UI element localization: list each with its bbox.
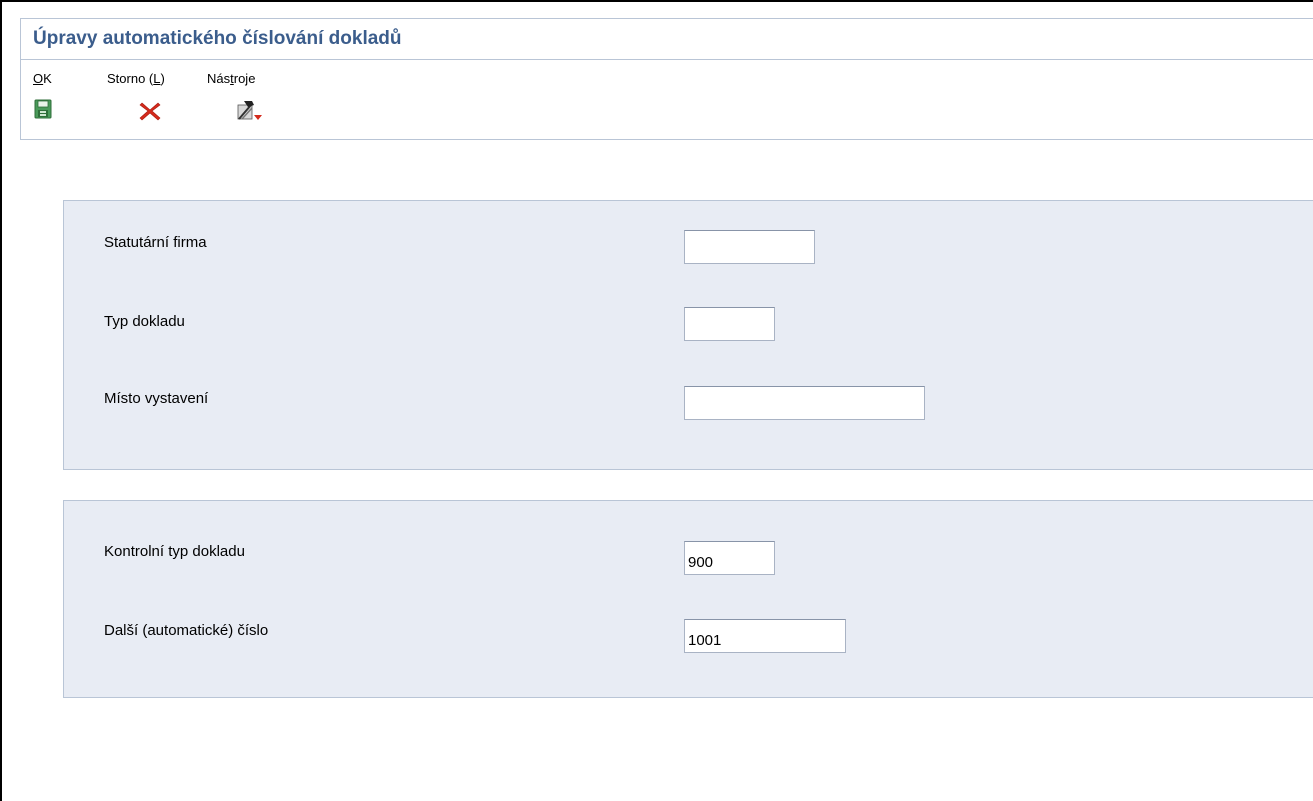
cancel-button[interactable]: Storno (L) xyxy=(107,59,202,139)
cancel-button-label: Storno (L) xyxy=(107,71,165,86)
numbering-panel: Kontrolní typ dokladu Další (automatické… xyxy=(63,500,1313,698)
tools-button[interactable]: Nástroje xyxy=(207,59,287,139)
ok-button-label: OK xyxy=(33,71,52,86)
next-number-label: Další (automatické) číslo xyxy=(104,622,269,639)
save-disk-icon xyxy=(34,99,52,124)
place-field[interactable] xyxy=(684,386,925,420)
toolbar: OK Storno (L) Nástroje xyxy=(21,59,1313,139)
page-title: Úpravy automatického číslování dokladů xyxy=(33,28,402,49)
control-doc-type-label: Kontrolní typ dokladu xyxy=(104,543,245,560)
place-label: Místo vystavení xyxy=(104,390,209,407)
company-field[interactable] xyxy=(684,230,815,264)
tools-hammer-icon xyxy=(236,99,266,128)
key-fields-panel: Statutární firma Typ dokladu Místo vysta… xyxy=(63,200,1313,470)
control-doc-type-field[interactable] xyxy=(684,541,775,575)
next-number-field[interactable] xyxy=(684,619,846,653)
form-header: Úpravy automatického číslování dokladů O… xyxy=(20,18,1313,140)
red-x-icon xyxy=(139,101,161,126)
tools-button-label: Nástroje xyxy=(207,71,256,86)
ok-button[interactable]: OK xyxy=(33,59,63,139)
company-label: Statutární firma xyxy=(104,234,207,251)
doc-type-label: Typ dokladu xyxy=(104,313,185,330)
doc-type-field[interactable] xyxy=(684,307,775,341)
